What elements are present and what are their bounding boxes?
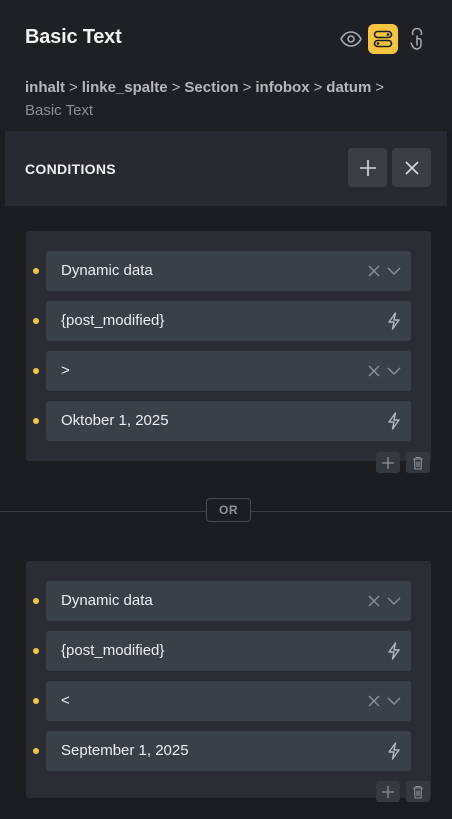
condition-dot xyxy=(33,268,39,274)
breadcrumb: inhalt > linke_spalte > Section > infobox > datu… xyxy=(25,76,425,122)
chevron-down-icon[interactable] xyxy=(384,261,404,281)
breadcrumb-item[interactable]: Section xyxy=(184,79,238,96)
breadcrumb-separator: > xyxy=(313,79,323,96)
plus-icon xyxy=(382,456,394,469)
operator-value: < xyxy=(61,692,70,709)
condition-dot xyxy=(33,598,39,604)
dynamic-data-value: {post_modified} xyxy=(61,642,165,659)
compare-value-field[interactable]: Oktober 1, 2025 xyxy=(46,401,411,441)
bolt-icon[interactable] xyxy=(384,411,404,431)
clear-icon[interactable] xyxy=(364,591,384,611)
breadcrumb-separator: > xyxy=(171,79,181,96)
chevron-down-icon[interactable] xyxy=(384,361,404,381)
breadcrumb-separator: > xyxy=(242,79,252,96)
clear-icon[interactable] xyxy=(364,261,384,281)
operator-select[interactable]: < xyxy=(46,681,411,721)
plus-icon xyxy=(382,785,394,798)
breadcrumb-current: Basic Text xyxy=(25,102,94,119)
condition-type-value: Dynamic data xyxy=(61,592,153,609)
or-badge: OR xyxy=(206,498,251,522)
conditions-icon[interactable] xyxy=(368,24,398,54)
condition-dot xyxy=(33,648,39,654)
compare-value-field[interactable]: September 1, 2025 xyxy=(46,731,411,771)
clear-icon[interactable] xyxy=(364,361,384,381)
bolt-icon[interactable] xyxy=(384,641,404,661)
chevron-down-icon[interactable] xyxy=(384,691,404,711)
eye-icon[interactable] xyxy=(336,24,366,54)
compare-value: Oktober 1, 2025 xyxy=(61,412,169,429)
condition-type-select[interactable]: Dynamic data xyxy=(46,251,411,291)
condition-type-select[interactable]: Dynamic data xyxy=(46,581,411,621)
breadcrumb-item[interactable]: inhalt xyxy=(25,79,65,96)
dynamic-data-field[interactable]: {post_modified} xyxy=(46,301,411,341)
compare-value: September 1, 2025 xyxy=(61,742,189,759)
dynamic-data-field[interactable]: {post_modified} xyxy=(46,631,411,671)
add-condition-button[interactable] xyxy=(376,781,400,802)
bolt-icon[interactable] xyxy=(384,311,404,331)
plus-icon xyxy=(359,159,376,176)
condition-dot xyxy=(33,418,39,424)
close-conditions-button[interactable] xyxy=(392,148,431,187)
add-condition-set-button[interactable] xyxy=(348,148,387,187)
dynamic-data-value: {post_modified} xyxy=(61,312,165,329)
trash-icon xyxy=(413,785,423,799)
condition-dot xyxy=(33,698,39,704)
bolt-icon[interactable] xyxy=(384,741,404,761)
operator-value: > xyxy=(61,362,70,379)
breadcrumb-item[interactable]: infobox xyxy=(255,79,309,96)
breadcrumb-item[interactable]: linke_spalte xyxy=(82,79,168,96)
conditions-header: CONDITIONS xyxy=(5,131,447,206)
element-title: Basic Text xyxy=(25,26,122,48)
touch-icon[interactable] xyxy=(402,24,432,54)
breadcrumb-separator: > xyxy=(69,79,78,96)
clear-icon[interactable] xyxy=(364,691,384,711)
condition-dot xyxy=(33,748,39,754)
condition-dot xyxy=(33,368,39,374)
operator-select[interactable]: > xyxy=(46,351,411,391)
delete-group-button[interactable] xyxy=(406,781,430,802)
condition-type-value: Dynamic data xyxy=(61,262,153,279)
breadcrumb-separator: > xyxy=(375,79,385,96)
add-condition-button[interactable] xyxy=(376,452,400,473)
panel-header: Basic Text inhalt > linke_spalte > Section > i… xyxy=(0,0,452,131)
conditions-title: CONDITIONS xyxy=(25,161,116,177)
chevron-down-icon[interactable] xyxy=(384,591,404,611)
close-icon xyxy=(404,160,419,175)
delete-group-button[interactable] xyxy=(406,452,430,473)
breadcrumb-item[interactable]: datum xyxy=(326,79,371,96)
trash-icon xyxy=(413,456,423,470)
condition-dot xyxy=(33,318,39,324)
